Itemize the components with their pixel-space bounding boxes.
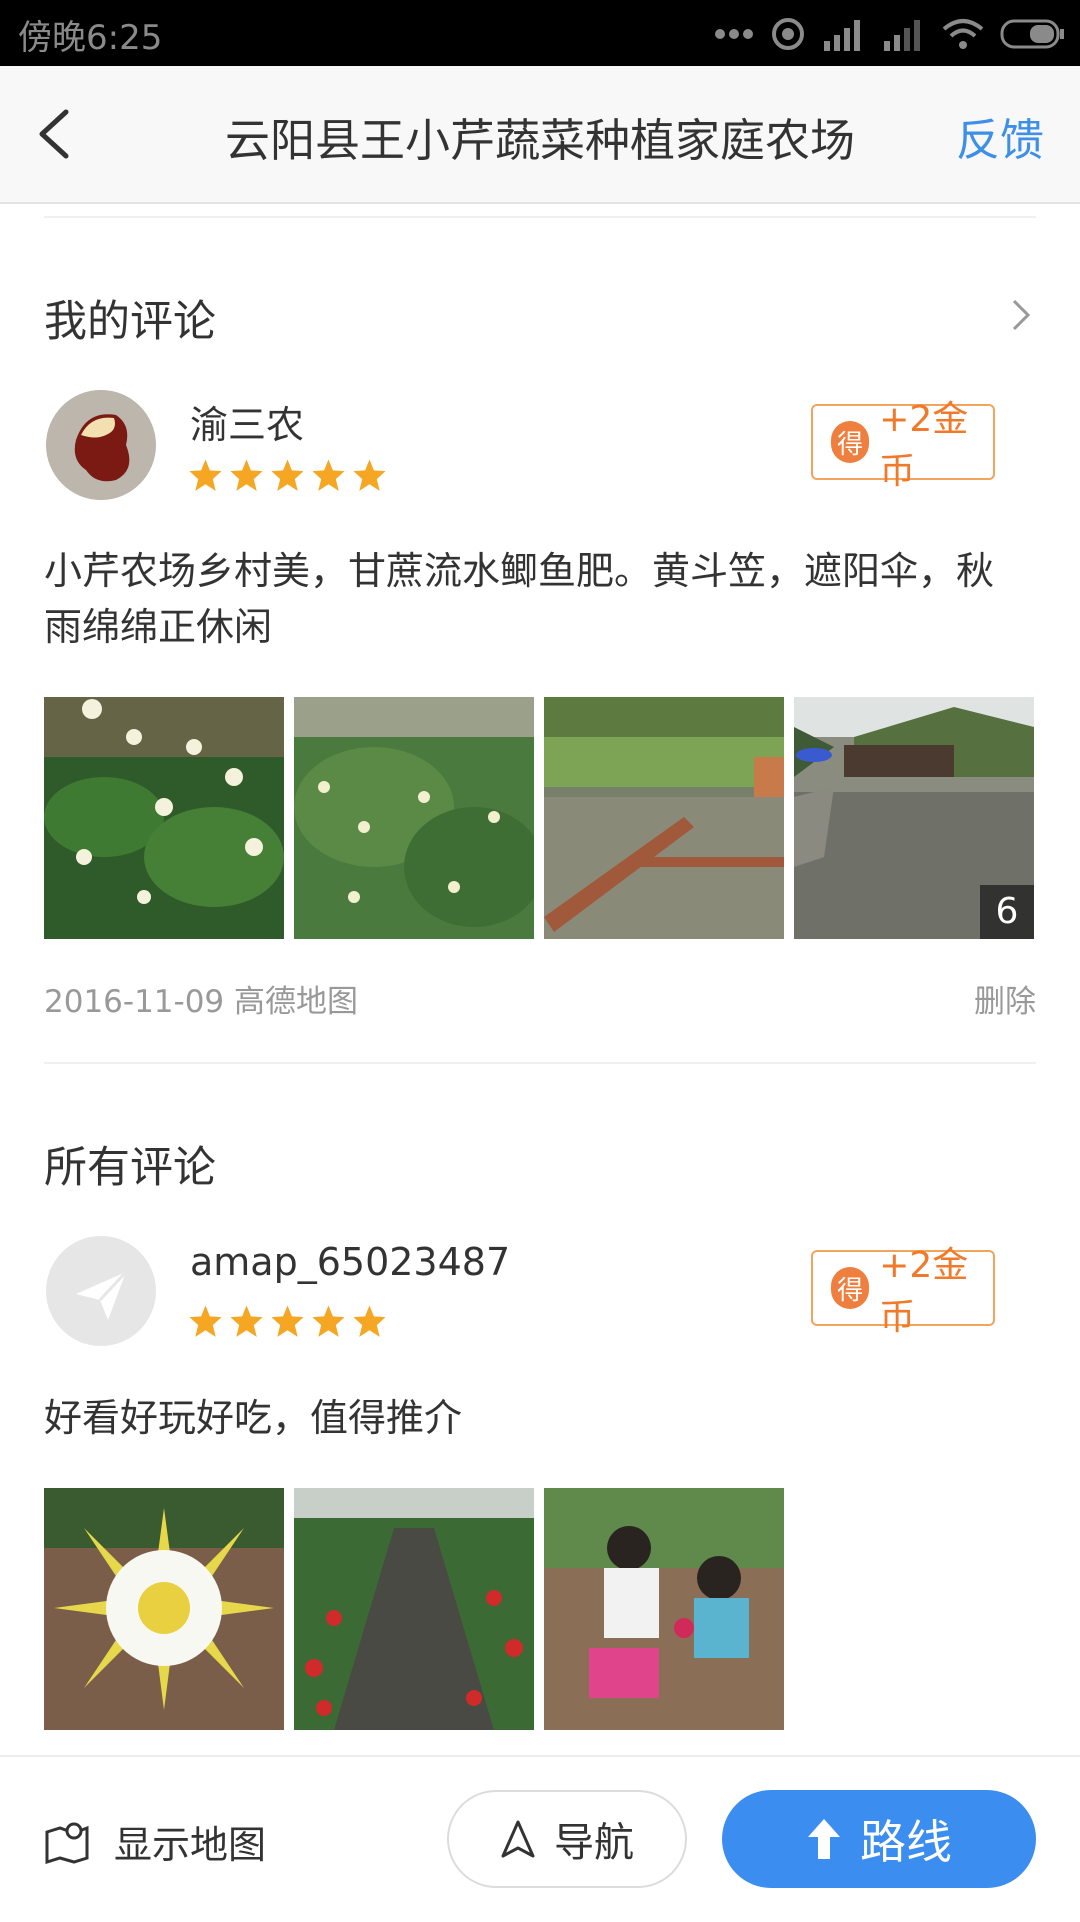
top-nav-bar: 云阳县王小芹蔬菜种植家庭农场 反馈 xyxy=(0,66,1080,204)
review-rating xyxy=(188,1304,387,1339)
navigate-button[interactable]: 导航 xyxy=(447,1790,687,1888)
star-icon xyxy=(230,1305,263,1337)
route-button[interactable]: 路线 xyxy=(722,1790,1036,1888)
show-map-label: 显示地图 xyxy=(114,1822,267,1867)
review-photo-3[interactable] xyxy=(544,1488,784,1730)
star-icon xyxy=(271,459,304,491)
my-review-username: 渝三农 xyxy=(190,403,305,447)
all-reviews-title: 所有评论 xyxy=(44,1143,216,1193)
navigate-label: 导航 xyxy=(554,1820,634,1866)
paper-plane-icon xyxy=(76,1270,128,1320)
show-map-button[interactable]: 显示地图 xyxy=(44,1813,266,1869)
section-divider xyxy=(44,1062,1036,1064)
my-review-rating xyxy=(188,458,387,493)
hotspot-icon xyxy=(772,18,804,50)
wifi-icon xyxy=(942,19,984,49)
review-photo-3[interactable] xyxy=(544,697,784,939)
my-review-title[interactable]: 我的评论 xyxy=(44,287,216,349)
signal-weak-icon xyxy=(884,20,920,51)
star-icon xyxy=(189,459,222,491)
review-text: 好看好玩好吃，值得推介 xyxy=(44,1396,463,1440)
coin-reward-text: +2金币 xyxy=(879,1245,969,1338)
status-icons xyxy=(714,14,1066,54)
back-arrow-icon xyxy=(39,109,69,159)
route-arrow-icon xyxy=(808,1819,840,1859)
coin-icon: 得 xyxy=(831,1267,870,1309)
review-photo-1[interactable] xyxy=(44,1488,284,1730)
review-photo-4[interactable]: 6 xyxy=(794,697,1034,939)
page-title: 云阳县王小芹蔬菜种植家庭农场 xyxy=(224,114,855,167)
feedback-button[interactable]: 反馈 xyxy=(956,104,1044,168)
route-label: 路线 xyxy=(860,1815,952,1869)
avatar[interactable] xyxy=(46,1236,156,1346)
star-icon xyxy=(271,1305,304,1337)
navigation-arrow-icon xyxy=(501,1820,535,1858)
star-icon xyxy=(353,459,386,491)
star-icon xyxy=(230,459,263,491)
top-divider xyxy=(44,216,1036,218)
battery-icon xyxy=(1000,19,1064,49)
avatar[interactable] xyxy=(46,390,156,500)
delete-button[interactable]: 删除 xyxy=(974,976,1036,1021)
status-time: 傍晚6:25 xyxy=(18,18,163,58)
coin-reward-badge[interactable]: 得 +2金币 xyxy=(811,1245,995,1338)
chevron-right-icon[interactable] xyxy=(1006,295,1036,335)
signal-icon xyxy=(824,20,860,51)
more-dots-icon xyxy=(715,29,753,39)
more-photos-count[interactable]: 6 xyxy=(980,885,1034,939)
bottom-action-bar: 显示地图 导航 路线 xyxy=(0,1755,1080,1922)
star-icon xyxy=(312,459,345,491)
review-photo-1[interactable] xyxy=(44,697,284,939)
my-review-date: 2016-11-09 高德地图 xyxy=(44,984,359,1020)
coin-reward-text: +2金币 xyxy=(879,399,969,492)
status-bar: 傍晚6:25 xyxy=(0,0,1080,66)
coin-reward-badge[interactable]: 得 +2金币 xyxy=(811,399,995,492)
coin-icon: 得 xyxy=(831,421,870,463)
star-icon xyxy=(353,1305,386,1337)
map-pin-icon xyxy=(45,1822,89,1864)
star-icon xyxy=(189,1305,222,1337)
star-icon xyxy=(312,1305,345,1337)
review-photo-2[interactable] xyxy=(294,697,534,939)
review-photo-2[interactable] xyxy=(294,1488,534,1730)
review-username: amap_65023487 xyxy=(190,1240,511,1284)
my-review-text: 小芹农场乡村美，甘蔗流水鲫鱼肥。黄斗笠，遮阳伞，秋雨绵绵正休闲 xyxy=(44,549,995,649)
back-button[interactable] xyxy=(26,102,90,166)
